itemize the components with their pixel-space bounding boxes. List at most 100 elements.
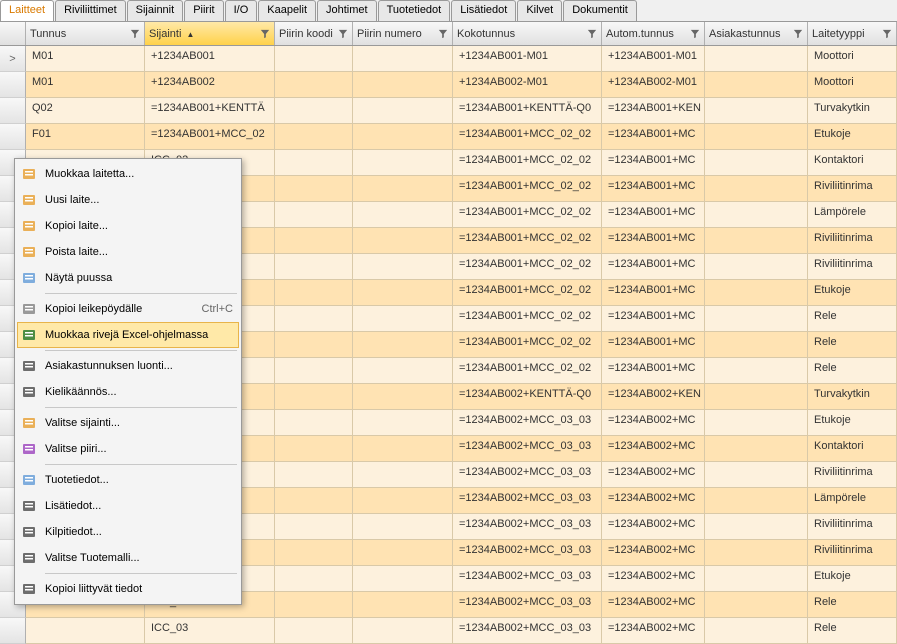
cell[interactable]	[705, 98, 808, 124]
cell[interactable]: =1234AB001+MC	[602, 124, 705, 150]
cell[interactable]	[275, 566, 353, 592]
cell[interactable]	[275, 488, 353, 514]
cell[interactable]	[353, 566, 453, 592]
cell[interactable]: =1234AB002+MCC_03_03	[453, 540, 602, 566]
cell[interactable]	[705, 462, 808, 488]
cell[interactable]	[705, 384, 808, 410]
row-selector[interactable]	[0, 72, 26, 98]
cell[interactable]	[275, 410, 353, 436]
table-row[interactable]: ICC_03=1234AB002+MCC_03_03=1234AB002+MCR…	[0, 618, 897, 644]
cell[interactable]: Kontaktori	[808, 150, 897, 176]
cell[interactable]	[353, 46, 453, 72]
cell[interactable]: Etukoje	[808, 280, 897, 306]
cell[interactable]: =1234AB002+MC	[602, 514, 705, 540]
tab-kaapelit[interactable]: Kaapelit	[258, 0, 316, 21]
tab-riviliittimet[interactable]: Riviliittimet	[55, 0, 126, 21]
cell[interactable]: =1234AB002+MC	[602, 618, 705, 644]
tab-piirit[interactable]: Piirit	[184, 0, 223, 21]
cell[interactable]	[275, 150, 353, 176]
cell[interactable]: Rele	[808, 306, 897, 332]
cell[interactable]: Moottori	[808, 46, 897, 72]
cell[interactable]: ICC_03	[145, 618, 275, 644]
cell[interactable]: =1234AB002+MCC_03_03	[453, 488, 602, 514]
cell[interactable]	[353, 436, 453, 462]
cell[interactable]: +1234AB002-M01	[453, 72, 602, 98]
table-row[interactable]: >M01+1234AB001+1234AB001-M01+1234AB001-M…	[0, 46, 897, 72]
cell[interactable]	[705, 228, 808, 254]
cell[interactable]: =1234AB001+MCC_02_02	[453, 306, 602, 332]
cell[interactable]: =1234AB001+MCC_02_02	[453, 280, 602, 306]
cell[interactable]: Riviliitinrima	[808, 228, 897, 254]
cell[interactable]: Turvakytkin	[808, 98, 897, 124]
cell[interactable]	[353, 410, 453, 436]
cell[interactable]: =1234AB001+MC	[602, 254, 705, 280]
cell[interactable]	[705, 150, 808, 176]
filter-icon[interactable]	[587, 29, 597, 39]
cell[interactable]	[705, 592, 808, 618]
cell[interactable]: =1234AB002+MCC_03_03	[453, 436, 602, 462]
cell[interactable]: Rele	[808, 358, 897, 384]
cell[interactable]: =1234AB001+KEN	[602, 98, 705, 124]
cell[interactable]: Riviliitinrima	[808, 514, 897, 540]
col-kokotunnus[interactable]: Kokotunnus	[453, 22, 602, 45]
cell[interactable]	[353, 514, 453, 540]
cell[interactable]	[705, 306, 808, 332]
row-selector[interactable]	[0, 618, 26, 644]
cell[interactable]: =1234AB001+KENTTÄ-Q0	[453, 98, 602, 124]
cell[interactable]	[275, 72, 353, 98]
cell[interactable]: =1234AB001+MCC_02_02	[453, 228, 602, 254]
filter-icon[interactable]	[882, 29, 892, 39]
cell[interactable]: =1234AB002+MCC_03_03	[453, 566, 602, 592]
cell[interactable]: Riviliitinrima	[808, 540, 897, 566]
cell[interactable]: =1234AB002+MC	[602, 462, 705, 488]
cell[interactable]	[353, 488, 453, 514]
cell[interactable]	[705, 436, 808, 462]
cell[interactable]: Etukoje	[808, 124, 897, 150]
cell[interactable]: +1234AB001-M01	[453, 46, 602, 72]
cell[interactable]	[353, 358, 453, 384]
cell[interactable]: =1234AB001+MC	[602, 280, 705, 306]
cell[interactable]	[353, 540, 453, 566]
cell[interactable]: =1234AB001+MC	[602, 358, 705, 384]
cell[interactable]: =1234AB002+MCC_03_03	[453, 514, 602, 540]
col-autom-tunnus[interactable]: Autom.tunnus	[602, 22, 705, 45]
menu-item[interactable]: Kopioi laite...	[17, 213, 239, 239]
cell[interactable]: =1234AB001+MC	[602, 332, 705, 358]
tab-tuotetiedot[interactable]: Tuotetiedot	[378, 0, 451, 21]
cell[interactable]: =1234AB002+MC	[602, 566, 705, 592]
cell[interactable]	[705, 124, 808, 150]
cell[interactable]	[275, 436, 353, 462]
cell[interactable]	[275, 332, 353, 358]
cell[interactable]: =1234AB001+MCC_02_02	[453, 332, 602, 358]
cell[interactable]: =1234AB001+MCC_02_02	[453, 124, 602, 150]
tab-laitteet[interactable]: Laitteet	[0, 0, 54, 21]
cell[interactable]	[705, 540, 808, 566]
cell[interactable]	[353, 592, 453, 618]
filter-icon[interactable]	[690, 29, 700, 39]
col-piirin-numero[interactable]: Piirin numero	[353, 22, 453, 45]
row-selector[interactable]: >	[0, 46, 26, 72]
col-laitetyyppi[interactable]: Laitetyyppi	[808, 22, 897, 45]
cell[interactable]	[275, 540, 353, 566]
table-row[interactable]: F01=1234AB001+MCC_02=1234AB001+MCC_02_02…	[0, 124, 897, 150]
cell[interactable]	[275, 592, 353, 618]
cell[interactable]: =1234AB001+MCC_02_02	[453, 150, 602, 176]
cell[interactable]: +1234AB001	[145, 46, 275, 72]
cell[interactable]: =1234AB002+MC	[602, 592, 705, 618]
cell[interactable]	[275, 618, 353, 644]
menu-item[interactable]: Uusi laite...	[17, 187, 239, 213]
cell[interactable]	[353, 618, 453, 644]
cell[interactable]	[26, 618, 145, 644]
cell[interactable]	[275, 514, 353, 540]
cell[interactable]: Riviliitinrima	[808, 176, 897, 202]
cell[interactable]	[275, 176, 353, 202]
cell[interactable]	[275, 254, 353, 280]
menu-item[interactable]: Lisätiedot...	[17, 493, 239, 519]
menu-item[interactable]: Kielikäännös...	[17, 379, 239, 405]
cell[interactable]: =1234AB002+KENTTÄ-Q0	[453, 384, 602, 410]
cell[interactable]	[353, 254, 453, 280]
cell[interactable]: F01	[26, 124, 145, 150]
cell[interactable]: =1234AB002+MCC_03_03	[453, 592, 602, 618]
tab-lisätiedot[interactable]: Lisätiedot	[451, 0, 516, 21]
cell[interactable]	[353, 124, 453, 150]
